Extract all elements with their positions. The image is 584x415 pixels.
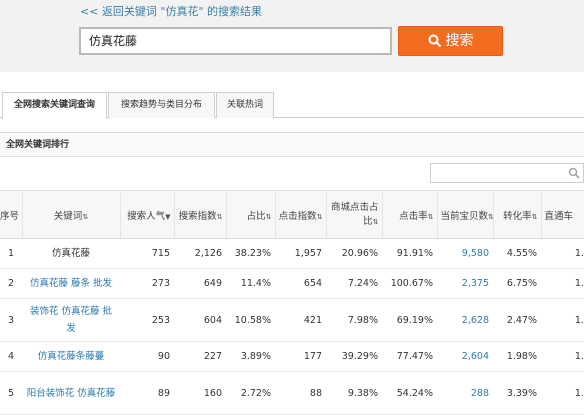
row-popularity: 273 (151, 278, 170, 289)
col-click-index[interactable]: 点击指数⇅ (275, 190, 327, 239)
col-share[interactable]: 占比⇅ (226, 190, 276, 239)
search-button-label: 搜索 (445, 33, 474, 49)
table-filter-input[interactable] (430, 163, 584, 183)
row-ctr: 69.19% (396, 314, 433, 326)
row-search-index: 604 (203, 314, 222, 326)
row-mall-click: 20.96% (341, 248, 378, 259)
row-conversion: 2.47% (506, 314, 537, 326)
tab-related-words[interactable]: 关联热词 (216, 92, 274, 118)
row-items-link[interactable]: 9,580 (437, 239, 493, 269)
row-index: 3 (7, 314, 15, 326)
table-row: 2 仿真花藤 藤条 批发 273 649 11.4% 654 7.24% 100… (0, 269, 584, 299)
row-conversion: 1.98% (506, 351, 537, 362)
search-icon (428, 34, 441, 48)
search-button[interactable]: 搜索 (398, 26, 503, 56)
search-header: << 返回关键词 "仿真花" 的搜索结果 仿真花藤 搜索 (0, 0, 584, 72)
row-mall-click: 39.29% (341, 351, 378, 362)
row-share: 11.4% (240, 278, 271, 289)
row-popularity: 715 (151, 248, 170, 259)
row-direct: 1.57 (574, 387, 584, 399)
search-icon (568, 167, 580, 179)
row-index: 1 (7, 248, 15, 259)
row-share: 38.23% (234, 248, 271, 259)
keyword-ranking-table: 序号 关键词⇅ 搜索人气▼ 搜索指数⇅ 占比⇅ 点击指数⇅ 商城点击占 比⇅ 点击… (0, 190, 584, 415)
col-ctr[interactable]: 点击率⇅ (382, 190, 438, 239)
col-search-index[interactable]: 搜索指数⇅ (174, 190, 227, 239)
table-row: 4 仿真花藤条藤蔓 90 227 3.89% 177 39.29% 77.47%… (0, 342, 584, 372)
col-keyword[interactable]: 关键词⇅ (22, 190, 121, 239)
row-click-index: 1,957 (294, 248, 322, 259)
row-items-link[interactable]: 2,628 (437, 299, 493, 342)
row-keyword: 仿真花藤 (51, 248, 90, 259)
row-items-link[interactable]: 2,375 (437, 269, 493, 299)
row-click-index: 654 (303, 278, 322, 289)
col-conversion[interactable]: 转化率⇅ (493, 190, 542, 239)
row-keyword-link[interactable]: 仿真花藤 藤条 批发 (22, 269, 120, 299)
row-search-index: 649 (203, 278, 222, 289)
row-direct: 1.47 (574, 351, 584, 362)
col-index[interactable]: 序号 (0, 190, 23, 239)
col-items[interactable]: 当前宝贝数⇅ (437, 190, 494, 239)
tab-search-trend[interactable]: 搜索趋势与类目分布 (108, 92, 215, 118)
row-mall-click: 7.98% (347, 314, 378, 326)
row-conversion: 3.39% (506, 387, 537, 399)
row-keyword-link[interactable]: 仿真花藤条藤蔓 (22, 342, 120, 372)
row-keyword-link[interactable]: 装饰花 仿真花藤 批发 (22, 299, 120, 342)
row-direct: 1.15 (574, 314, 584, 326)
row-search-index: 2,126 (194, 248, 222, 259)
row-ctr: 54.24% (396, 387, 433, 399)
row-popularity: 89 (157, 387, 170, 399)
col-direct[interactable]: 直通车 (541, 190, 584, 239)
row-conversion: 6.75% (506, 278, 537, 289)
tab-keyword-query[interactable]: 全网搜索关键词查询 (2, 92, 107, 119)
row-mall-click: 9.38% (347, 387, 378, 399)
table-row: 1 仿真花藤 715 2,126 38.23% 1,957 20.96% 91.… (0, 239, 584, 269)
row-share: 10.58% (234, 314, 271, 326)
row-items-link[interactable]: 288 (437, 372, 493, 415)
row-direct: 1.21 (574, 278, 584, 289)
row-popularity: 90 (157, 351, 170, 362)
row-items-link[interactable]: 2,604 (437, 342, 493, 372)
row-conversion: 4.55% (506, 248, 537, 259)
row-ctr: 77.47% (396, 351, 433, 362)
row-click-index: 177 (303, 351, 322, 362)
row-share: 3.89% (240, 351, 271, 362)
row-search-index: 227 (203, 351, 222, 362)
tab-bar: 全网搜索关键词查询 搜索趋势与类目分布 关联热词 (0, 92, 584, 119)
col-mall-click[interactable]: 商城点击占 比⇅ (326, 190, 383, 239)
table-header-row: 序号 关键词⇅ 搜索人气▼ 搜索指数⇅ 占比⇅ 点击指数⇅ 商城点击占 比⇅ 点击… (0, 190, 584, 239)
row-direct: 1.75 (574, 248, 584, 259)
row-index: 2 (7, 278, 15, 289)
row-ctr: 91.91% (396, 248, 433, 259)
table-row: 5 阳台装饰花 仿真花藤 89 160 2.72% 88 9.38% 54.24… (0, 372, 584, 415)
back-to-results-link[interactable]: << 返回关键词 "仿真花" 的搜索结果 (80, 3, 262, 19)
row-search-index: 160 (203, 387, 222, 399)
panel-title: 全网关键词排行 (0, 132, 584, 157)
row-popularity: 253 (151, 314, 170, 326)
row-keyword-link[interactable]: 阳台装饰花 仿真花藤 (22, 372, 120, 415)
col-popularity[interactable]: 搜索人气▼ (120, 190, 175, 239)
row-share: 2.72% (240, 387, 271, 399)
table-row: 3 装饰花 仿真花藤 批发 253 604 10.58% 421 7.98% 6… (0, 299, 584, 342)
row-ctr: 100.67% (390, 278, 433, 289)
search-input[interactable]: 仿真花藤 (79, 27, 392, 55)
row-index: 4 (7, 351, 15, 362)
row-click-index: 421 (303, 314, 322, 326)
row-click-index: 88 (309, 387, 322, 399)
row-mall-click: 7.24% (347, 278, 378, 289)
row-index: 5 (7, 387, 15, 399)
